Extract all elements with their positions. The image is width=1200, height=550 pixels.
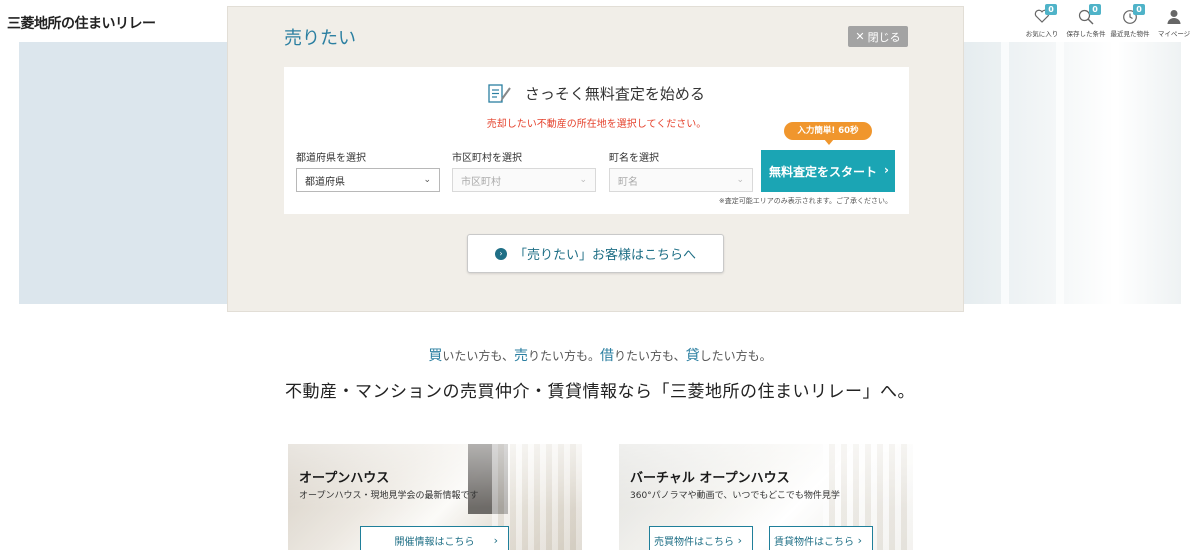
- close-label: 閉じる: [867, 30, 901, 44]
- card-title: オープンハウス: [299, 471, 390, 486]
- tagline-text: いたい方も、: [442, 349, 514, 363]
- tagline-highlight: 売: [513, 348, 528, 364]
- chevron-down-icon: ⌄: [579, 175, 587, 185]
- open-house-card[interactable]: オープンハウス オープンハウス・現地見学会の最新情報です 開催情報はこちら ›: [288, 444, 582, 550]
- assessment-form: さっそく無料査定を始める 売却したい不動産の所在地を選択してください。 都道府県…: [284, 67, 909, 214]
- tagline-text: りたい方も。: [527, 349, 600, 363]
- sale-properties-button[interactable]: 売買物件はこちら ›: [649, 526, 753, 550]
- site-logo[interactable]: 三菱地所の住まいリレー: [7, 13, 156, 33]
- input-easy-bubble: 入力簡単! 60秒: [784, 122, 872, 145]
- start-assessment-button[interactable]: 無料査定をスタート ›: [761, 150, 895, 192]
- form-heading: さっそく無料査定を始める: [284, 83, 909, 104]
- prefecture-label: 都道府県を選択: [296, 153, 366, 164]
- document-pen-icon: [488, 83, 511, 103]
- city-value: 市区町村: [461, 176, 501, 188]
- form-footnote: ※査定可能エリアのみ表示されます。ご了承ください。: [718, 197, 892, 205]
- chevron-right-icon: ›: [737, 533, 742, 547]
- tagline-sub: 買いたい方も、売りたい方も。借りたい方も、貸したい方も。: [0, 345, 1200, 365]
- card-subtitle: 360°パノラマや動画で、いつでもどこでも物件見学: [630, 491, 840, 501]
- event-info-button[interactable]: 開催情報はこちら ›: [360, 526, 509, 550]
- city-label: 市区町村を選択: [452, 153, 522, 164]
- tagline-text: したい方も。: [699, 349, 772, 363]
- chevron-right-icon: ›: [493, 533, 498, 547]
- city-field: 市区町村を選択 市区町村 ⌄: [452, 149, 596, 192]
- sell-customer-label: 「売りたい」お客様はこちらへ: [513, 248, 696, 263]
- chevron-down-icon: ⌄: [423, 175, 431, 185]
- tagline-text: りたい方も、: [614, 349, 686, 363]
- favorites-link[interactable]: 0 お気に入り: [1020, 4, 1064, 40]
- rental-properties-label: 賃貸物件はこちら: [774, 536, 854, 548]
- favorites-count-badge: 0: [1045, 4, 1057, 15]
- prefecture-value: 都道府県: [305, 176, 345, 188]
- recently-viewed-count-badge: 0: [1133, 4, 1145, 15]
- prefecture-field: 都道府県を選択 都道府県 ⌄: [296, 149, 440, 192]
- recently-viewed-label: 最近見た物件: [1110, 30, 1150, 38]
- town-label: 町名を選択: [609, 153, 659, 164]
- rental-properties-button[interactable]: 賃貸物件はこちら ›: [769, 526, 873, 550]
- town-select[interactable]: 町名 ⌄: [609, 168, 753, 192]
- curtain-stripe: [1056, 42, 1064, 304]
- saved-conditions-count-badge: 0: [1089, 4, 1101, 15]
- close-button[interactable]: ✕ 閉じる: [848, 26, 908, 47]
- saved-conditions-label: 保存した条件: [1066, 30, 1106, 38]
- city-select[interactable]: 市区町村 ⌄: [452, 168, 596, 192]
- saved-conditions-link[interactable]: 0 保存した条件: [1064, 4, 1108, 40]
- town-value: 町名: [618, 176, 638, 188]
- start-assessment-label: 無料査定をスタート: [769, 164, 878, 179]
- form-heading-text: さっそく無料査定を始める: [524, 85, 705, 103]
- recently-viewed-link[interactable]: 0 最近見た物件: [1108, 4, 1152, 40]
- arrow-circle-icon: ›: [494, 247, 507, 260]
- prefecture-select[interactable]: 都道府県 ⌄: [296, 168, 440, 192]
- close-icon: ✕: [855, 30, 865, 43]
- header-nav: 0 お気に入り 0 保存した条件 0 最近見た物件 マイページ: [1020, 4, 1196, 40]
- curtain-stripe: [1111, 42, 1119, 304]
- sale-properties-label: 売買物件はこちら: [654, 536, 734, 548]
- mypage-label: マイページ: [1157, 30, 1191, 38]
- event-info-label: 開催情報はこちら: [394, 536, 475, 548]
- sell-customer-button[interactable]: › 「売りたい」お客様はこちらへ: [467, 234, 724, 273]
- mypage-link[interactable]: マイページ: [1152, 4, 1196, 40]
- sell-panel: 売りたい ✕ 閉じる さっそく無料査定を始める 売却したい不動産の所在地を選択し…: [227, 6, 964, 312]
- card-subtitle: オープンハウス・現地見学会の最新情報です: [299, 491, 479, 501]
- favorites-label: お気に入り: [1025, 30, 1059, 38]
- town-field: 町名を選択 町名 ⌄: [609, 149, 753, 192]
- curtain-stripe: [1001, 42, 1009, 304]
- hero-curtain-image: [961, 42, 1181, 304]
- chevron-right-icon: ›: [884, 163, 889, 177]
- panel-title: 売りたい: [284, 28, 356, 49]
- virtual-open-house-card[interactable]: バーチャル オープンハウス 360°パノラマや動画で、いつでもどこでも物件見学 …: [619, 444, 913, 550]
- tagline-highlight: 貸: [685, 348, 700, 364]
- chevron-down-icon: ⌄: [736, 175, 744, 185]
- tagline-highlight: 買: [428, 348, 443, 364]
- tagline-main: 不動産・マンションの売買仲介・賃貸情報なら「三菱地所の住まいリレー」へ。: [285, 382, 915, 402]
- card-title: バーチャル オープンハウス: [630, 471, 790, 486]
- tagline-highlight: 借: [600, 348, 614, 364]
- user-icon: [1167, 10, 1181, 24]
- chevron-right-icon: ›: [857, 533, 862, 547]
